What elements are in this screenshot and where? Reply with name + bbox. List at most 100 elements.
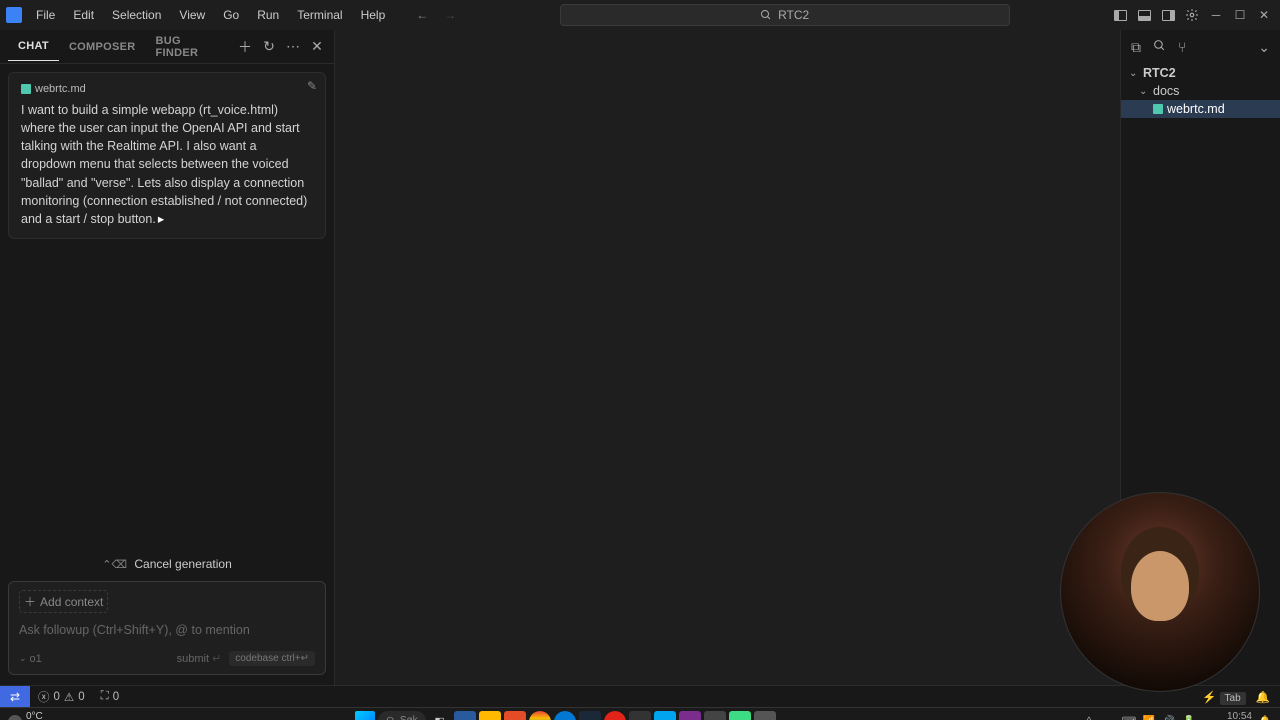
menu-file[interactable]: File bbox=[28, 4, 63, 26]
editor-area bbox=[335, 30, 1120, 685]
taskbar-app-5[interactable] bbox=[554, 711, 576, 720]
codebase-button[interactable]: codebase ctrl+↵ bbox=[229, 651, 315, 666]
weather-widget[interactable]: 0°C Skyet bbox=[8, 712, 49, 720]
cancel-kbd-hint: ⌃⌫ bbox=[102, 559, 127, 571]
app-icon bbox=[0, 7, 28, 23]
message-text: I want to build a simple webapp (rt_voic… bbox=[21, 101, 313, 228]
taskbar-search-label: Søk bbox=[400, 715, 418, 720]
remote-button[interactable]: ⇄ bbox=[0, 686, 30, 707]
taskbar-search[interactable]: Søk bbox=[378, 711, 426, 720]
ports-button[interactable]: ⛶0 bbox=[93, 690, 127, 703]
nav-arrows: ← → bbox=[413, 8, 459, 22]
add-context-label: Add context bbox=[40, 595, 103, 609]
explorer-root[interactable]: ⌄ RTC2 bbox=[1121, 64, 1280, 82]
explorer-source-control-button[interactable]: ⑂ bbox=[1178, 39, 1186, 56]
add-context-button[interactable]: ＋ Add context bbox=[19, 590, 108, 613]
explorer-collapse-button[interactable]: ⌄ bbox=[1258, 39, 1270, 56]
search-icon bbox=[760, 9, 772, 21]
layout-bottom-button[interactable] bbox=[1134, 5, 1154, 25]
model-label: o1 bbox=[30, 653, 42, 665]
status-bar: ⇄ ⓧ0 ⚠0 ⛶0 ⚡ Tab 🔔 bbox=[0, 685, 1280, 707]
tab-composer[interactable]: COMPOSER bbox=[59, 33, 146, 61]
chevron-down-icon: ⌄ bbox=[1129, 68, 1139, 79]
close-panel-button[interactable]: ✕ bbox=[308, 38, 326, 56]
menu-edit[interactable]: Edit bbox=[65, 4, 102, 26]
folder-label: docs bbox=[1153, 84, 1179, 98]
menu-go[interactable]: Go bbox=[215, 4, 247, 26]
taskbar-app-4[interactable] bbox=[529, 711, 551, 720]
explorer-folder-docs[interactable]: ⌄ docs bbox=[1121, 82, 1280, 100]
tray-onedrive-icon[interactable]: ☁ bbox=[1102, 715, 1116, 720]
taskbar-app-1[interactable] bbox=[454, 711, 476, 720]
window-close-button[interactable]: ✕ bbox=[1254, 5, 1274, 25]
layout-right-button[interactable] bbox=[1158, 5, 1178, 25]
taskbar-app-3[interactable] bbox=[504, 711, 526, 720]
window-minimize-button[interactable]: ─ bbox=[1206, 5, 1226, 25]
submit-button[interactable]: submit ↵ bbox=[177, 652, 222, 665]
menu-terminal[interactable]: Terminal bbox=[289, 4, 350, 26]
nav-forward-button[interactable]: → bbox=[441, 8, 459, 22]
weather-temp: 0°C bbox=[26, 712, 49, 720]
new-chat-button[interactable]: ＋ bbox=[236, 38, 254, 56]
ports-count: 0 bbox=[113, 691, 119, 703]
taskbar-app-7[interactable] bbox=[604, 711, 626, 720]
explorer-file-webrtc[interactable]: webrtc.md bbox=[1121, 100, 1280, 118]
tab-chat[interactable]: CHAT bbox=[8, 32, 59, 61]
taskbar-app-11[interactable] bbox=[704, 711, 726, 720]
search-icon bbox=[386, 716, 396, 720]
taskbar-app-12[interactable] bbox=[729, 711, 751, 720]
markdown-icon bbox=[21, 84, 31, 94]
taskbar-app-9[interactable] bbox=[654, 711, 676, 720]
cancel-generation-button[interactable]: ⌃⌫ Cancel generation bbox=[0, 547, 334, 581]
file-ref-label: webrtc.md bbox=[35, 83, 86, 95]
clock-time: 10:54 bbox=[1202, 711, 1252, 720]
command-search[interactable]: RTC2 bbox=[560, 4, 1010, 26]
edit-message-button[interactable]: ✎ bbox=[307, 79, 317, 93]
gear-icon bbox=[1185, 8, 1199, 22]
menu-selection[interactable]: Selection bbox=[104, 4, 169, 26]
tray-notifications-icon[interactable]: 🔔 bbox=[1258, 715, 1272, 720]
layout-left-button[interactable] bbox=[1110, 5, 1130, 25]
chevron-down-icon: ⌄ bbox=[1139, 86, 1149, 97]
markdown-icon bbox=[1153, 104, 1163, 114]
windows-taskbar: 0°C Skyet Søk ◧ ^ ☁ ⌨ 📶 🔊 🔋 10:54 bbox=[0, 707, 1280, 720]
error-icon: ⓧ bbox=[38, 689, 50, 705]
cancel-label: Cancel generation bbox=[134, 557, 231, 571]
menu-view[interactable]: View bbox=[171, 4, 213, 26]
explorer-files-button[interactable]: ⧉ bbox=[1131, 39, 1141, 56]
taskbar-app-6[interactable] bbox=[579, 711, 601, 720]
tray-battery-icon[interactable]: 🔋 bbox=[1182, 715, 1196, 720]
taskbar-app-10[interactable] bbox=[679, 711, 701, 720]
taskbar-app-2[interactable] bbox=[479, 711, 501, 720]
message-file-ref[interactable]: webrtc.md bbox=[21, 83, 313, 95]
chat-panel: CHAT COMPOSER BUG FINDER ＋ ↻ ⋯ ✕ ✎ webrt… bbox=[0, 30, 335, 685]
menu-run[interactable]: Run bbox=[249, 4, 287, 26]
main-menu: File Edit Selection View Go Run Terminal… bbox=[28, 4, 393, 26]
more-button[interactable]: ⋯ bbox=[284, 38, 302, 56]
cursor-tab-hint[interactable]: ⚡ Tab bbox=[1202, 690, 1246, 704]
ports-icon: ⛶ bbox=[101, 690, 109, 703]
taskbar-app-13[interactable] bbox=[754, 711, 776, 720]
tray-volume-icon[interactable]: 🔊 bbox=[1162, 715, 1176, 720]
history-button[interactable]: ↻ bbox=[260, 38, 278, 56]
taskbar-clock[interactable]: 10:54 18.12.2024 bbox=[1202, 711, 1252, 720]
window-maximize-button[interactable]: ☐ bbox=[1230, 5, 1250, 25]
text-cursor: ▸ bbox=[158, 210, 164, 228]
tray-wifi-icon[interactable]: 📶 bbox=[1142, 715, 1156, 720]
chat-input-box: ＋ Add context Ask followup (Ctrl+Shift+Y… bbox=[8, 581, 326, 675]
menu-help[interactable]: Help bbox=[353, 4, 394, 26]
followup-input[interactable]: Ask followup (Ctrl+Shift+Y), @ to mentio… bbox=[19, 619, 315, 641]
taskbar-app-8[interactable] bbox=[629, 711, 651, 720]
explorer-search-button[interactable] bbox=[1153, 39, 1166, 56]
tray-chevron[interactable]: ^ bbox=[1082, 715, 1096, 720]
problems-button[interactable]: ⓧ0 ⚠0 bbox=[30, 689, 93, 705]
notifications-button[interactable]: 🔔 bbox=[1256, 690, 1270, 704]
task-view-button[interactable]: ◧ bbox=[429, 711, 451, 720]
settings-button[interactable] bbox=[1182, 5, 1202, 25]
chat-message: ✎ webrtc.md I want to build a simple web… bbox=[8, 72, 326, 239]
tab-bugfinder[interactable]: BUG FINDER bbox=[146, 27, 236, 67]
nav-back-button[interactable]: ← bbox=[413, 8, 431, 22]
model-selector[interactable]: ⌄ o1 bbox=[19, 653, 42, 665]
tray-language-icon[interactable]: ⌨ bbox=[1122, 715, 1136, 720]
start-button[interactable] bbox=[355, 711, 375, 720]
